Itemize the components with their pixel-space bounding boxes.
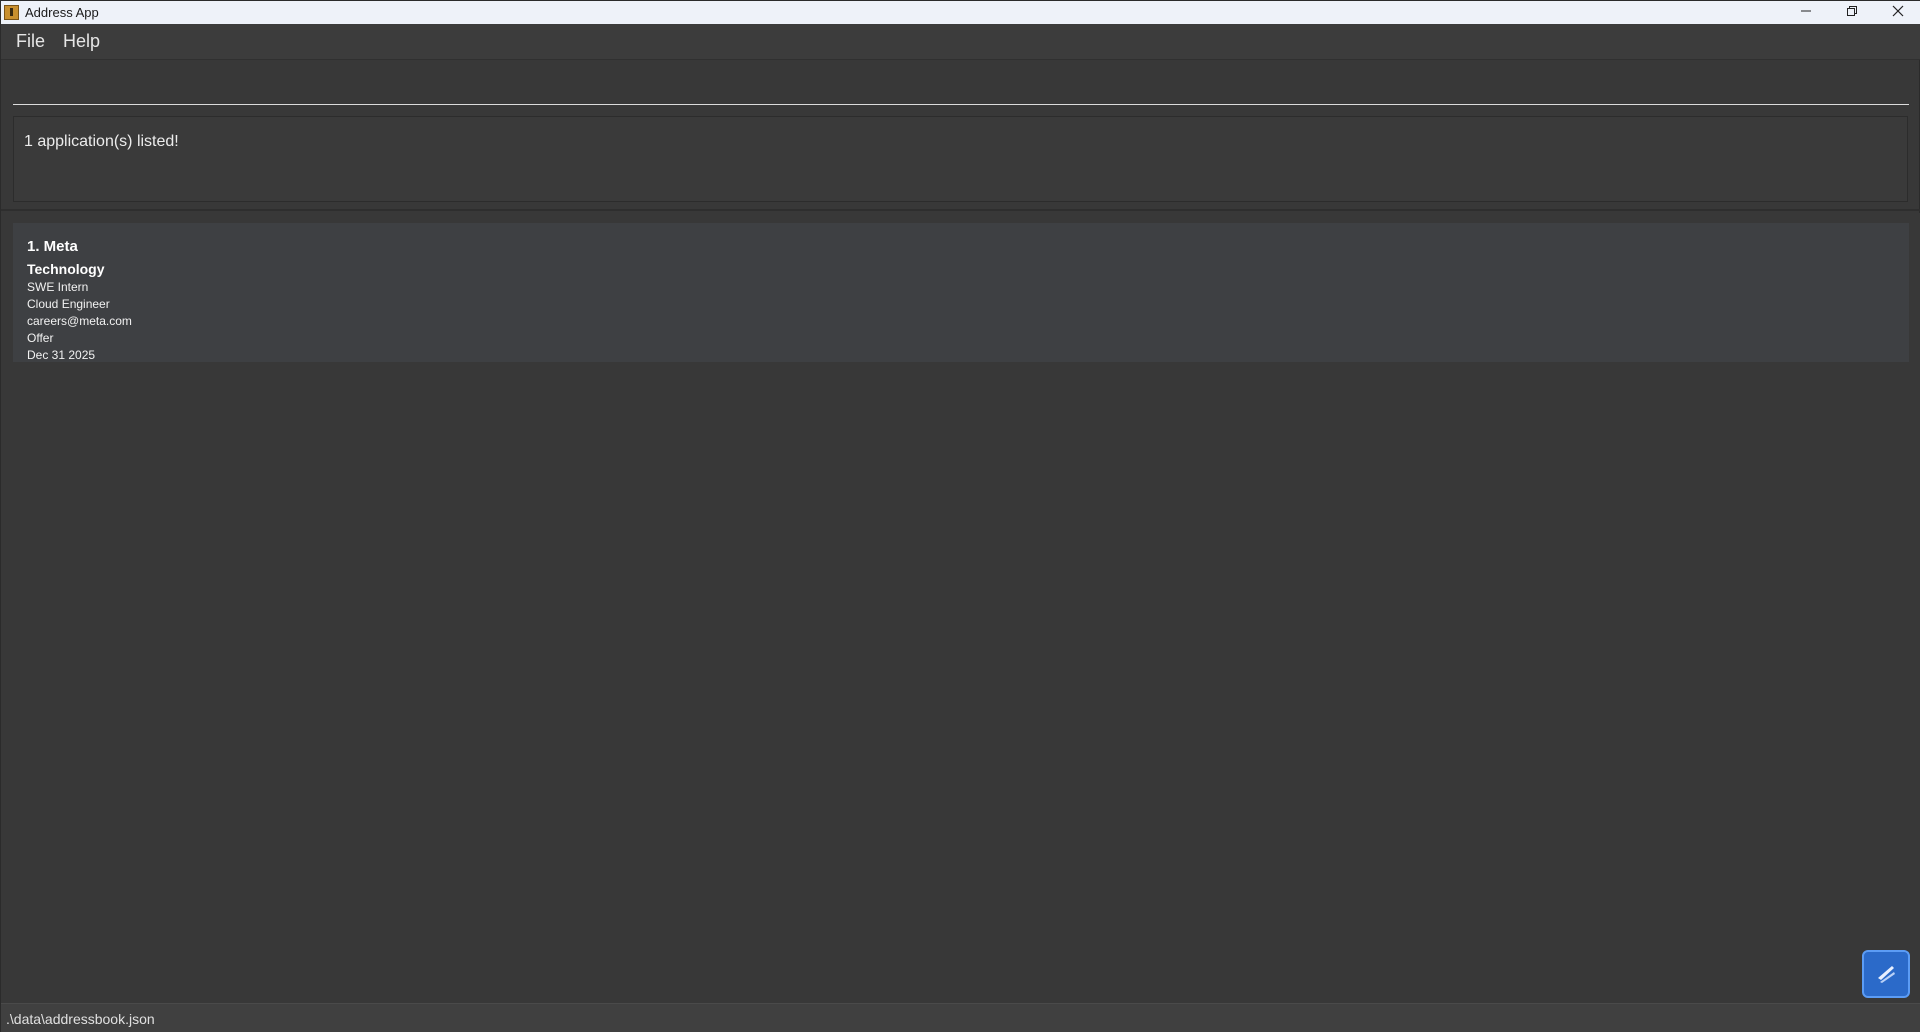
application-position: Cloud Engineer xyxy=(27,297,110,311)
window-controls xyxy=(1783,1,1920,24)
close-button[interactable] xyxy=(1875,1,1920,21)
menu-help[interactable]: Help xyxy=(55,24,108,59)
close-icon xyxy=(1892,5,1904,17)
result-message: 1 application(s) listed! xyxy=(24,133,179,150)
minimize-button[interactable] xyxy=(1783,1,1829,21)
restore-icon xyxy=(1847,6,1857,16)
application-title: 1. Meta xyxy=(27,238,78,255)
status-bar: .\data\addressbook.json xyxy=(1,1003,1920,1032)
app-window: Address App File Help 1 application(s) l… xyxy=(0,0,1920,1032)
application-list[interactable]: 1. Meta Technology SWE Intern Cloud Engi… xyxy=(1,213,1920,1003)
menu-bar: File Help xyxy=(1,24,1920,60)
restore-button[interactable] xyxy=(1829,1,1875,21)
title-bar[interactable]: Address App xyxy=(1,1,1920,24)
window-title: Address App xyxy=(25,5,99,20)
save-location: .\data\addressbook.json xyxy=(6,1011,155,1027)
app-icon xyxy=(4,5,19,20)
application-card[interactable]: 1. Meta Technology SWE Intern Cloud Engi… xyxy=(13,223,1909,362)
floating-action-button[interactable] xyxy=(1862,950,1910,998)
application-deadline: Dec 31 2025 xyxy=(27,348,96,362)
command-box xyxy=(13,61,1909,105)
result-display[interactable]: 1 application(s) listed! xyxy=(13,116,1908,202)
menu-file[interactable]: File xyxy=(8,24,53,59)
application-status: Offer xyxy=(27,331,54,345)
command-input[interactable] xyxy=(13,61,1909,104)
application-email: careers@meta.com xyxy=(27,314,132,328)
result-pane: 1 application(s) listed! xyxy=(1,109,1920,211)
application-role: SWE Intern xyxy=(27,280,89,294)
brush-icon xyxy=(1878,966,1895,983)
minimize-icon xyxy=(1801,10,1811,12)
application-industry: Technology xyxy=(27,261,105,277)
